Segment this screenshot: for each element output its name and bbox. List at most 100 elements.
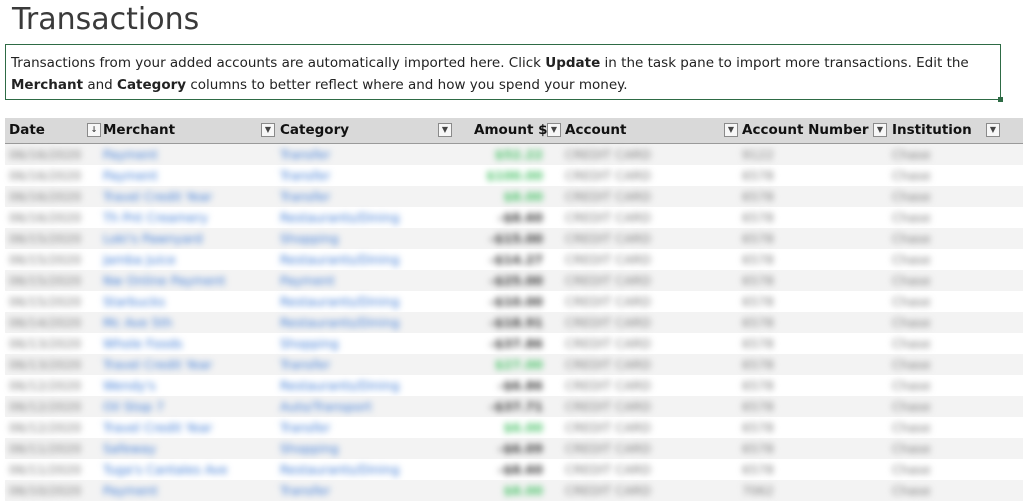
institution-cell[interactable]: Chase xyxy=(892,312,992,333)
date-cell[interactable]: 06/15/2020 xyxy=(9,249,87,270)
column-header-category[interactable]: Category ▼ xyxy=(280,118,460,143)
category-cell[interactable]: Transfer xyxy=(280,144,440,165)
account-number-cell[interactable]: 6578 xyxy=(742,396,862,417)
amount-cell[interactable]: -$8.60 xyxy=(460,207,543,228)
account-cell[interactable]: CREDIT CARD xyxy=(565,417,725,438)
category-cell[interactable]: Transfer xyxy=(280,186,440,207)
merchant-cell[interactable]: Tuga's Cantales Ave xyxy=(103,459,273,480)
institution-cell[interactable]: Chase xyxy=(892,354,992,375)
amount-cell[interactable]: -$37.71 xyxy=(460,396,543,417)
category-cell[interactable]: Restaurants/Dining xyxy=(280,312,440,333)
merchant-cell[interactable]: Whole Foods xyxy=(103,333,273,354)
amount-cell[interactable]: $8.00 xyxy=(460,186,543,207)
account-number-cell[interactable]: 6578 xyxy=(742,312,862,333)
merchant-cell[interactable]: Jamba Juice xyxy=(103,249,273,270)
resize-handle[interactable] xyxy=(998,97,1003,102)
institution-cell[interactable]: Chase xyxy=(892,438,992,459)
date-cell[interactable]: 06/15/2020 xyxy=(9,291,87,312)
account-cell[interactable]: CREDIT CARD xyxy=(565,144,725,165)
table-row[interactable]: 06/15/2020 Starbucks Restaurants/Dining -$1… xyxy=(5,291,1023,312)
account-cell[interactable]: CREDIT CARD xyxy=(565,228,725,249)
institution-cell[interactable]: Chase xyxy=(892,396,992,417)
institution-cell[interactable]: Chase xyxy=(892,417,992,438)
category-cell[interactable]: Restaurants/Dining xyxy=(280,459,440,480)
institution-cell[interactable]: Chase xyxy=(892,270,992,291)
account-cell[interactable]: CREDIT CARD xyxy=(565,249,725,270)
date-cell[interactable]: 06/16/2020 xyxy=(9,207,87,228)
column-header-merchant[interactable]: Merchant ▼ xyxy=(103,118,279,143)
column-header-institution[interactable]: Institution ▼ xyxy=(892,118,1005,143)
merchant-cell[interactable]: Oil Stop 7 xyxy=(103,396,273,417)
account-cell[interactable]: CREDIT CARD xyxy=(565,354,725,375)
amount-cell[interactable]: $6.00 xyxy=(460,417,543,438)
account-number-cell[interactable]: 6578 xyxy=(742,291,862,312)
category-cell[interactable]: Shopping xyxy=(280,333,440,354)
amount-cell[interactable]: -$6.86 xyxy=(460,375,543,396)
date-cell[interactable]: 06/15/2020 xyxy=(9,270,87,291)
institution-cell[interactable]: Chase xyxy=(892,144,992,165)
amount-cell[interactable]: $27.00 xyxy=(460,354,543,375)
account-cell[interactable]: CREDIT CARD xyxy=(565,291,725,312)
account-cell[interactable]: CREDIT CARD xyxy=(565,165,725,186)
account-cell[interactable]: CREDIT CARD xyxy=(565,375,725,396)
dropdown-arrow-icon[interactable]: ▼ xyxy=(873,123,887,137)
category-cell[interactable]: Shopping xyxy=(280,228,440,249)
sort-ascending-icon[interactable]: ↓ xyxy=(87,123,101,137)
amount-cell[interactable]: -$8.60 xyxy=(460,459,543,480)
table-row[interactable]: 06/15/2020 Nw Online Payment Payment -$25.0… xyxy=(5,270,1023,291)
date-cell[interactable]: 06/13/2020 xyxy=(9,333,87,354)
institution-cell[interactable]: Chase xyxy=(892,459,992,480)
amount-cell[interactable]: $100.00 xyxy=(460,165,543,186)
account-cell[interactable]: CREDIT CARD xyxy=(565,396,725,417)
dropdown-arrow-icon[interactable]: ▼ xyxy=(986,123,1000,137)
account-number-cell[interactable]: 6578 xyxy=(742,165,862,186)
account-cell[interactable]: CREDIT CARD xyxy=(565,438,725,459)
date-cell[interactable]: 06/12/2020 xyxy=(9,375,87,396)
category-cell[interactable]: Transfer xyxy=(280,417,440,438)
amount-cell[interactable]: -$37.86 xyxy=(460,333,543,354)
merchant-cell[interactable]: Payment xyxy=(103,144,273,165)
account-number-cell[interactable]: 6578 xyxy=(742,249,862,270)
dropdown-arrow-icon[interactable]: ▼ xyxy=(547,123,561,137)
column-header-account[interactable]: Account ▼ xyxy=(565,118,742,143)
account-number-cell[interactable]: 6578 xyxy=(742,228,862,249)
category-cell[interactable]: Transfer xyxy=(280,165,440,186)
account-number-cell[interactable]: 9122 xyxy=(742,144,862,165)
amount-cell[interactable]: -$14.27 xyxy=(460,249,543,270)
institution-cell[interactable]: Chase xyxy=(892,186,992,207)
amount-cell[interactable]: -$25.00 xyxy=(460,270,543,291)
category-cell[interactable]: Auto/Transport xyxy=(280,396,440,417)
institution-cell[interactable]: Chase xyxy=(892,333,992,354)
date-cell[interactable]: 06/16/2020 xyxy=(9,186,87,207)
amount-cell[interactable]: -$6.09 xyxy=(460,438,543,459)
institution-cell[interactable]: Chase xyxy=(892,249,992,270)
table-row[interactable]: 06/13/2020 Whole Foods Shopping -$37.86 CRED… xyxy=(5,333,1023,354)
column-header-account-number[interactable]: Account Number ▼ xyxy=(742,118,892,143)
table-row[interactable]: 06/16/2020 Payment Transfer $100.00 CREDIT C… xyxy=(5,165,1023,186)
dropdown-arrow-icon[interactable]: ▼ xyxy=(261,123,275,137)
category-cell[interactable]: Restaurants/Dining xyxy=(280,375,440,396)
merchant-cell[interactable]: Travel Credit Year xyxy=(103,186,273,207)
merchant-cell[interactable]: Nw Online Payment xyxy=(103,270,273,291)
account-number-cell[interactable]: 6578 xyxy=(742,354,862,375)
account-number-cell[interactable]: 6578 xyxy=(742,207,862,228)
table-row[interactable]: 06/16/2020 Travel Credit Year Transfer $8.0… xyxy=(5,186,1023,207)
amount-cell[interactable]: -$10.00 xyxy=(460,291,543,312)
merchant-cell[interactable]: Payment xyxy=(103,165,273,186)
date-cell[interactable]: 06/13/2020 xyxy=(9,354,87,375)
category-cell[interactable]: Shopping xyxy=(280,438,440,459)
account-cell[interactable]: CREDIT CARD xyxy=(565,207,725,228)
merchant-cell[interactable]: Mc Ave 5th xyxy=(103,312,273,333)
merchant-cell[interactable]: Travel Credit Year xyxy=(103,417,273,438)
table-row[interactable]: 06/11/2020 Safeway Shopping -$6.09 CREDIT CA… xyxy=(5,438,1023,459)
date-cell[interactable]: 06/16/2020 xyxy=(9,165,87,186)
merchant-cell[interactable]: Travel Credit Year xyxy=(103,354,273,375)
dropdown-arrow-icon[interactable]: ▼ xyxy=(438,123,452,137)
table-row[interactable]: 06/15/2020 Loki's Pawnyard Shopping -$15.00… xyxy=(5,228,1023,249)
category-cell[interactable]: Payment xyxy=(280,270,440,291)
category-cell[interactable]: Restaurants/Dining xyxy=(280,207,440,228)
date-cell[interactable]: 06/11/2020 xyxy=(9,459,87,480)
merchant-cell[interactable]: Starbucks xyxy=(103,291,273,312)
account-number-cell[interactable]: 6578 xyxy=(742,438,862,459)
account-cell[interactable]: CREDIT CARD xyxy=(565,312,725,333)
